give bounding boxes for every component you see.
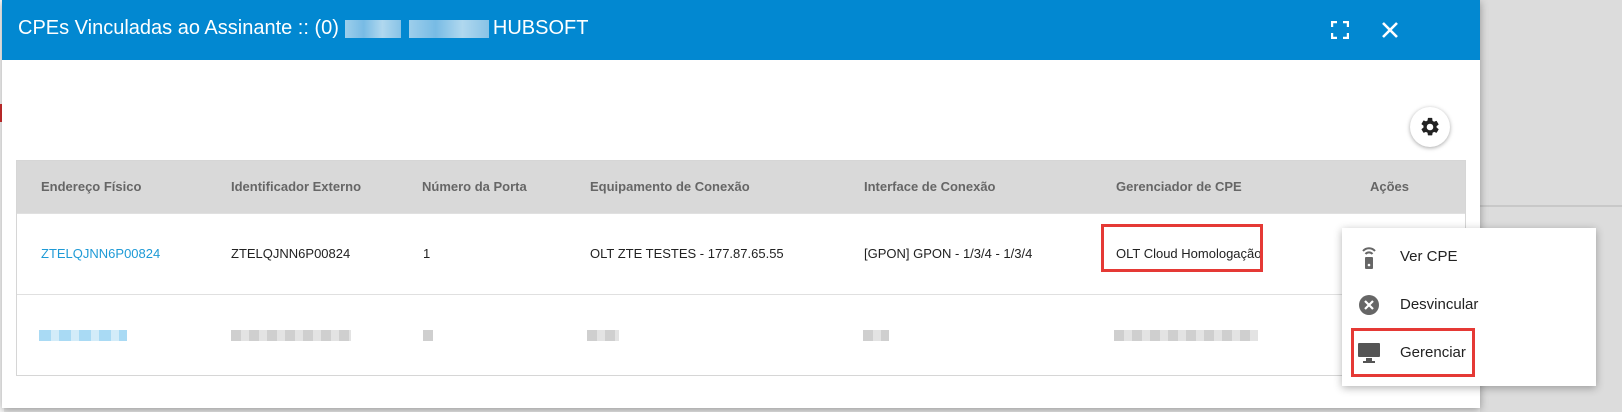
dialog-header: CPEs Vinculadas ao Assinante :: (0) HUBS…: [2, 0, 1480, 60]
cell-interface-conexao: [GPON] GPON - 1/3/4 - 1/3/4: [864, 246, 1033, 261]
dialog-title: CPEs Vinculadas ao Assinante :: (0) HUBS…: [18, 17, 588, 40]
menu-item-desvincular[interactable]: Desvincular: [1342, 282, 1596, 326]
header-gerenciador-cpe[interactable]: Gerenciador de CPE: [1116, 179, 1242, 194]
header-interface-conexao[interactable]: Interface de Conexão: [864, 179, 996, 194]
router-icon: [1356, 244, 1382, 270]
gear-icon: [1421, 117, 1439, 136]
redacted-cell: [231, 330, 351, 341]
cancel-circle-icon: [1356, 292, 1382, 318]
close-icon: [1382, 22, 1398, 38]
cell-endereco-fisico-link[interactable]: ZTELQJNN6P00824: [41, 246, 160, 261]
settings-button[interactable]: [1410, 107, 1450, 147]
redacted-cell: [587, 330, 619, 341]
header-identificador-externo[interactable]: Identificador Externo: [231, 179, 361, 194]
cell-equipamento-conexao: OLT ZTE TESTES - 177.87.65.55: [590, 246, 784, 261]
dialog-title-suffix: HUBSOFT: [492, 17, 589, 39]
header-numero-porta[interactable]: Número da Porta: [422, 179, 527, 194]
cpe-dialog: CPEs Vinculadas ao Assinante :: (0) HUBS…: [2, 0, 1480, 408]
menu-item-label: Ver CPE: [1400, 248, 1458, 265]
redacted-name-2: [408, 19, 489, 38]
menu-item-ver-cpe[interactable]: Ver CPE: [1342, 234, 1596, 278]
cell-identificador-externo: ZTELQJNN6P00824: [231, 246, 351, 261]
redacted-cell: [1114, 330, 1258, 341]
actions-menu: Ver CPE Desvincular Gerenciar: [1342, 228, 1596, 386]
redacted-cell: [423, 330, 433, 341]
close-button[interactable]: [1376, 16, 1404, 44]
cell-numero-porta: 1: [423, 246, 431, 261]
table-header: Endereço Físico Identificador Externo Nú…: [17, 161, 1465, 213]
highlight-gerenciador: [1101, 224, 1263, 272]
highlight-gerenciar: [1351, 328, 1475, 377]
fullscreen-icon: [1331, 21, 1349, 39]
background-divider: [1480, 205, 1622, 207]
table-row-redacted: [17, 294, 1465, 375]
redacted-link: [39, 330, 127, 341]
header-equipamento-conexao[interactable]: Equipamento de Conexão: [590, 179, 750, 194]
header-endereco-fisico[interactable]: Endereço Físico: [41, 179, 141, 194]
dialog-title-prefix: CPEs Vinculadas ao Assinante :: (0): [18, 17, 339, 39]
redacted-cell: [863, 330, 889, 341]
redacted-name-1: [344, 19, 401, 38]
fullscreen-button[interactable]: [1326, 16, 1354, 44]
menu-item-label: Desvincular: [1400, 296, 1479, 313]
header-acoes: Ações: [1370, 179, 1410, 194]
